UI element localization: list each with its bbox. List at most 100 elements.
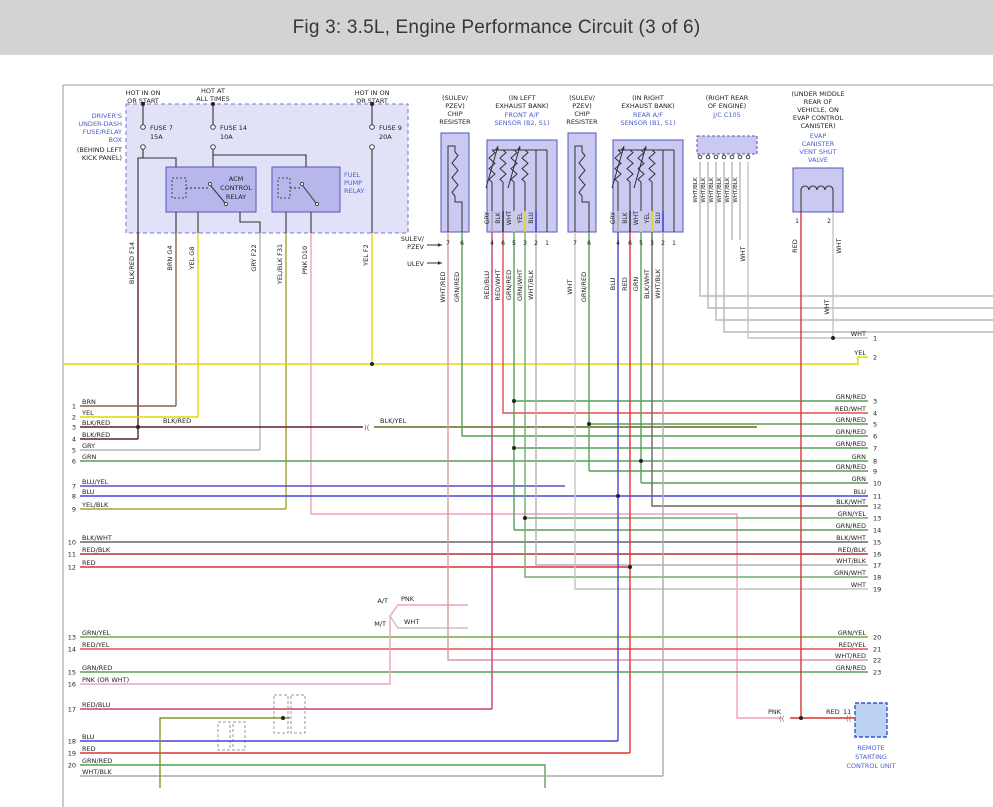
pin-number: 9: [72, 506, 76, 514]
wire-label: RED: [826, 708, 840, 716]
component-title: VALVE: [808, 156, 828, 164]
wire-label: WHT/BLK: [654, 268, 662, 299]
pin-number: 4: [72, 436, 76, 444]
pin-label: RED/WHT: [835, 405, 866, 413]
pin-label: BLK/RED: [82, 419, 110, 427]
wire-yel-main: [64, 357, 868, 364]
pin-number: 17: [873, 562, 881, 570]
wire: [708, 162, 993, 308]
wire-label: GRY: [610, 212, 617, 224]
relay-name: ACM: [229, 175, 243, 183]
wire: [525, 232, 868, 577]
component-title: (RIGHT REAR: [706, 94, 749, 102]
pin-label: GRN: [82, 453, 97, 461]
variant-label: A/T: [377, 597, 388, 605]
pin-label: GRN/RED: [836, 393, 866, 401]
pin-label: WHT/BLK: [836, 557, 867, 565]
wire-label: BLK/RED: [163, 417, 191, 425]
pin-label: BLU: [82, 488, 95, 496]
pin-label: WHT: [851, 581, 866, 589]
component-title: EXHAUST BANK): [495, 102, 548, 110]
component-title: EVAP CONTROL: [793, 114, 844, 122]
pin-label: GRN/RED: [836, 522, 866, 530]
wire-pnk: [311, 233, 782, 718]
wire-label: BLU: [655, 212, 662, 224]
wire-label: GRN/WHT: [516, 269, 524, 301]
fusebox-name: FUSE/RELAY: [83, 128, 122, 136]
wire-label: PNK D10: [301, 246, 309, 274]
pin-label: YEL: [853, 349, 866, 357]
terminal: [141, 125, 146, 130]
fuse-rating: 10A: [220, 133, 233, 141]
wire: [462, 232, 868, 436]
pin-number: 4: [490, 240, 494, 247]
pin-number: 7: [873, 445, 877, 453]
pin-number: 6: [501, 240, 505, 247]
pin-number: 20: [873, 634, 881, 642]
fuse-name: FUSE 9: [379, 124, 402, 132]
pin-label: GRN/RED: [836, 463, 866, 471]
remote-start-unit-box: [855, 703, 887, 737]
wire-label: WHT: [506, 211, 513, 225]
pin-number: 7: [446, 240, 450, 247]
wire-label: BLU: [528, 212, 535, 224]
pin-number: 2: [534, 240, 538, 247]
inline-connector-box: [291, 695, 305, 733]
terminal: [141, 145, 146, 150]
wire-label: BLK: [495, 211, 502, 223]
pin-number: 23: [873, 669, 881, 677]
pin-label: RED/YEL: [82, 641, 110, 649]
pin-label: GRY: [82, 442, 95, 450]
inline-connector: ((: [846, 715, 852, 723]
pin-label: RED/YEL: [838, 641, 866, 649]
component-title: REAR A/F: [633, 111, 663, 119]
junction-dot: [523, 516, 527, 520]
pin-number: 20: [68, 762, 76, 770]
junction-dot: [512, 399, 516, 403]
component-title: (IN RIGHT: [632, 94, 664, 102]
wire-label: WHT: [404, 618, 419, 626]
wire-label: BLK/WHT: [643, 269, 651, 299]
junction-connector-box: [697, 136, 757, 154]
junction-dot: [628, 565, 632, 569]
pin-number: 2: [827, 218, 831, 225]
component-title: CHIP: [574, 110, 589, 118]
wire: [575, 232, 868, 589]
pin-number: 19: [873, 586, 881, 594]
wire-label: RED: [621, 277, 629, 291]
junction-dot: [281, 716, 285, 720]
pin-number: 1: [72, 403, 76, 411]
terminal: [208, 182, 211, 185]
wire-label: GRN/RED: [505, 270, 513, 300]
junction-dot: [799, 716, 803, 720]
pin-number: 2: [873, 354, 877, 362]
fusebox-name: DRIVER'S: [92, 112, 122, 120]
fusebox-name: UNDER-DASH: [78, 120, 122, 128]
variant-label: ULEV: [407, 260, 424, 268]
relay-name: FUEL: [344, 171, 361, 179]
pin-label: BLU/YEL: [82, 478, 109, 486]
component-title: FRONT A/F: [505, 111, 540, 119]
terminal: [746, 155, 750, 159]
pin-number: 16: [68, 681, 76, 689]
pin-number: 3: [72, 424, 76, 432]
component-title: (SULEV/: [569, 94, 596, 102]
variant-label: PZEV: [407, 243, 424, 251]
wire: [724, 162, 993, 332]
pin-number: 14: [68, 646, 76, 654]
pin-number: 10: [873, 480, 881, 488]
pin-label: BLK/WHT: [836, 534, 866, 542]
component-title: SENSOR (B1, S1): [621, 119, 676, 127]
junction-dot: [587, 422, 591, 426]
pin-number: 5: [873, 421, 877, 429]
terminal: [722, 155, 726, 159]
wire-label: YEL/BLK F31: [276, 244, 284, 285]
pin-number: 13: [873, 515, 881, 523]
terminal: [706, 155, 710, 159]
terminal: [370, 125, 375, 130]
arrow-head: [438, 243, 442, 247]
pin-number: 1: [545, 240, 549, 247]
wire-label: YEL: [517, 212, 524, 224]
component-title: PZEV): [445, 102, 464, 110]
terminal: [714, 155, 718, 159]
